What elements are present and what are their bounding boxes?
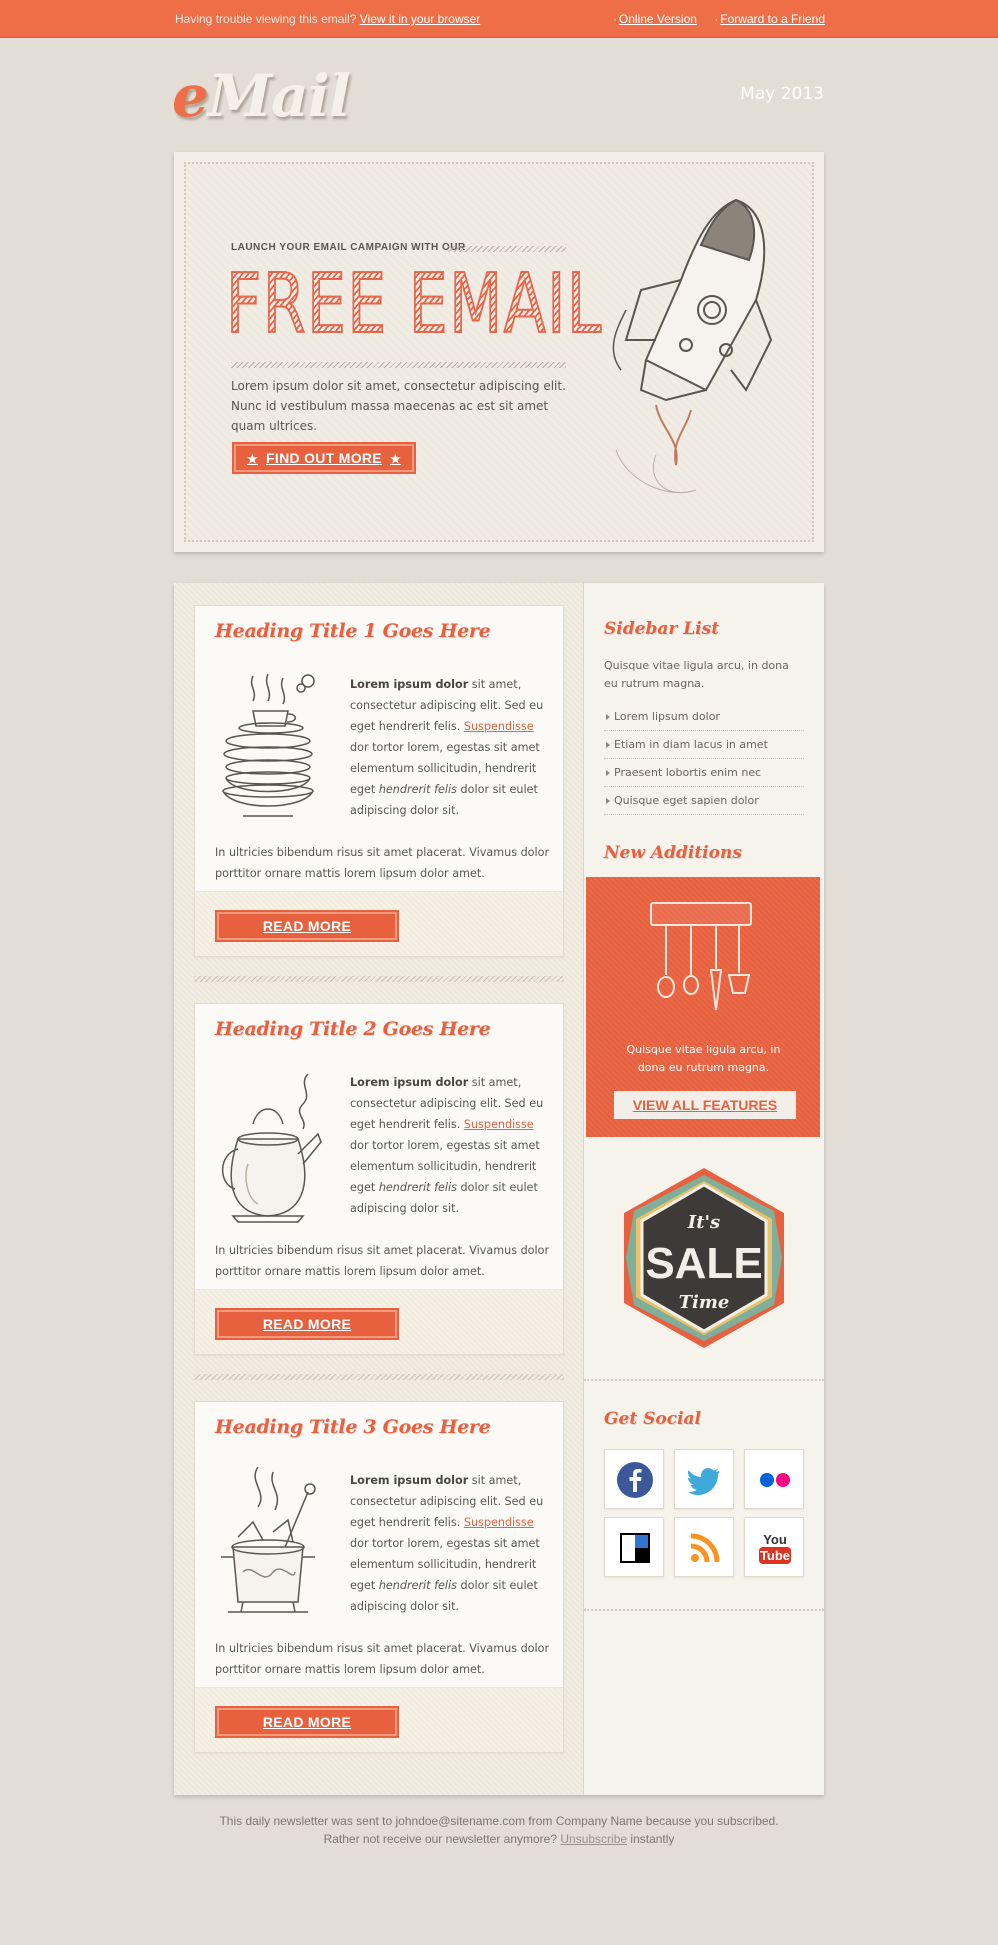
card-footer: READ MORE	[195, 891, 563, 956]
youtube-icon: YouTube	[759, 1532, 791, 1564]
read-more-button[interactable]: READ MORE	[215, 910, 399, 942]
article-body-2: In ultricies bibendum risus sit amet pla…	[215, 846, 550, 880]
main-content: Heading Title 1 Goes Here Lorem ipsum do…	[174, 583, 824, 1795]
article-body-2: In ultricies bibendum risus sit amet pla…	[215, 1244, 550, 1278]
new-additions-box: Quisque vitae ligula arcu, in dona eu ru…	[586, 877, 820, 1137]
star-icon: ★	[246, 452, 259, 466]
dotted-divider	[584, 1609, 824, 1611]
flickr-icon	[760, 1473, 790, 1487]
utensils-icon	[650, 902, 752, 1011]
hatch-divider	[194, 976, 564, 982]
footer-line-2-post: instantly	[630, 1832, 675, 1846]
lead-bold: Lorem ipsum dolor	[350, 1474, 469, 1487]
delicious-icon	[620, 1533, 650, 1563]
sidebar: Sidebar List Quisque vitae ligula arcu, …	[584, 583, 824, 1795]
dishes-icon	[222, 673, 315, 817]
hero-kicker: LAUNCH YOUR EMAIL CAMPAIGN WITH OUR	[231, 242, 466, 253]
sidebar-list-item[interactable]: Praesent lobortis enim nec	[604, 759, 804, 787]
footer-line-1: This daily newsletter was sent to johndo…	[219, 1814, 779, 1828]
youtube-you-text: You	[763, 1532, 787, 1547]
boiling-pot-icon	[221, 1466, 316, 1613]
view-all-features-button[interactable]: VIEW ALL FEATURES	[614, 1091, 796, 1119]
sale-badge-icon[interactable]: It's SALE Time	[614, 1163, 794, 1353]
hero-inner: LAUNCH YOUR EMAIL CAMPAIGN WITH OUR FREE…	[184, 162, 814, 542]
hatch-rule	[448, 246, 566, 252]
sidebar-list-item[interactable]: Etiam in diam lacus in amet	[604, 731, 804, 759]
forward-friend-link[interactable]: Forward to a Friend	[720, 12, 825, 26]
new-additions-title: New Additions	[604, 843, 742, 863]
rss-button[interactable]	[674, 1517, 734, 1577]
suspendisse-link[interactable]: Suspendisse	[464, 1516, 534, 1529]
sale-middle-text: SALE	[645, 1239, 762, 1288]
bullet-sep: ·	[612, 12, 617, 26]
sidebar-list-item[interactable]: Quisque eget sapien dolor	[604, 787, 804, 815]
sidebar-list: Lorem lipsum dolor Etiam in diam lacus i…	[604, 703, 804, 815]
rocket-icon	[612, 198, 773, 494]
flickr-button[interactable]	[744, 1449, 804, 1509]
facebook-icon	[617, 1462, 653, 1498]
logo[interactable]: eMail	[172, 62, 351, 130]
article-body: Lorem ipsum dolor sit amet, consectetur …	[350, 1470, 550, 1617]
sidebar-list-title: Sidebar List	[604, 619, 720, 639]
sidebar-list-item[interactable]: Lorem lipsum dolor	[604, 703, 804, 731]
hatch-divider	[194, 1374, 564, 1380]
new-additions-desc: Quisque vitae ligula arcu, in dona eu ru…	[626, 1043, 781, 1074]
article-title[interactable]: Heading Title 1 Goes Here	[215, 620, 491, 642]
sale-bottom-text: Time	[679, 1292, 730, 1313]
logo-e: e	[172, 62, 209, 130]
read-more-button[interactable]: READ MORE	[215, 1308, 399, 1340]
card-footer: READ MORE	[195, 1289, 563, 1354]
hero-title: FREE EMAIL	[225, 257, 603, 352]
italic-text: hendrerit felis	[378, 1181, 457, 1194]
hatch-rule	[231, 362, 566, 368]
hero-banner: LAUNCH YOUR EMAIL CAMPAIGN WITH OUR FREE…	[174, 152, 824, 552]
article-title[interactable]: Heading Title 2 Goes Here	[215, 1018, 491, 1040]
issue-date: May 2013	[740, 84, 824, 104]
article-body: Lorem ipsum dolor sit amet, consectetur …	[350, 1072, 550, 1219]
button-label: FIND OUT MORE	[266, 450, 382, 466]
facebook-button[interactable]	[604, 1449, 664, 1509]
trouble-viewing-text: Having trouble viewing this email? View …	[175, 12, 480, 26]
article-body-2: In ultricies bibendum risus sit amet pla…	[215, 1642, 550, 1676]
bullet-sep: ·	[714, 12, 719, 26]
article-title[interactable]: Heading Title 3 Goes Here	[215, 1416, 491, 1438]
twitter-icon	[688, 1468, 720, 1495]
sale-top-text: It's	[687, 1212, 720, 1233]
youtube-button[interactable]: You Tube	[744, 1517, 804, 1577]
lead-bold: Lorem ipsum dolor	[350, 678, 469, 691]
star-icon: ★	[389, 452, 402, 466]
online-version-link[interactable]: Online Version	[619, 12, 697, 26]
youtube-tube-text: Tube	[760, 1548, 790, 1563]
italic-text: hendrerit felis	[378, 783, 457, 796]
article-card: Heading Title 2 Goes Here Lorem ipsum do…	[194, 1003, 564, 1355]
footer-line-2-pre: Rather not receive our newsletter anymor…	[323, 1832, 558, 1846]
article-card: Heading Title 1 Goes Here Lorem ipsum do…	[194, 605, 564, 957]
dotted-divider	[584, 1379, 824, 1381]
delicious-button[interactable]	[604, 1517, 664, 1577]
twitter-button[interactable]	[674, 1449, 734, 1509]
article-card: Heading Title 3 Goes Here Lorem ipsum do…	[194, 1401, 564, 1753]
lead-bold: Lorem ipsum dolor	[350, 1076, 469, 1089]
trouble-text: Having trouble viewing this email?	[175, 12, 357, 26]
top-bar: Having trouble viewing this email? View …	[0, 0, 998, 38]
read-more-button[interactable]: READ MORE	[215, 1706, 399, 1738]
italic-text: hendrerit felis	[378, 1579, 457, 1592]
top-links: · Online Version · Forward to a Friend	[599, 12, 825, 26]
logo-text: Mail	[207, 62, 351, 130]
find-out-more-button[interactable]: ★ FIND OUT MORE ★	[232, 442, 416, 474]
view-in-browser-link[interactable]: View it in your browser	[360, 12, 481, 26]
get-social-title: Get Social	[604, 1409, 702, 1429]
unsubscribe-link[interactable]: Unsubscribe	[560, 1832, 627, 1846]
footer: This daily newsletter was sent to johndo…	[0, 1812, 998, 1848]
suspendisse-link[interactable]: Suspendisse	[464, 1118, 534, 1131]
hero-copy: Lorem ipsum dolor sit amet, consectetur …	[231, 379, 566, 433]
kettle-icon	[221, 1073, 322, 1223]
card-footer: READ MORE	[195, 1687, 563, 1752]
sidebar-desc: Quisque vitae ligula arcu, in dona eu ru…	[604, 659, 789, 690]
articles-column: Heading Title 1 Goes Here Lorem ipsum do…	[174, 583, 584, 1795]
suspendisse-link[interactable]: Suspendisse	[464, 720, 534, 733]
rss-icon	[690, 1533, 720, 1563]
article-body: Lorem ipsum dolor sit amet, consectetur …	[350, 674, 550, 821]
footer-line-2: Rather not receive our newsletter anymor…	[0, 1830, 998, 1848]
